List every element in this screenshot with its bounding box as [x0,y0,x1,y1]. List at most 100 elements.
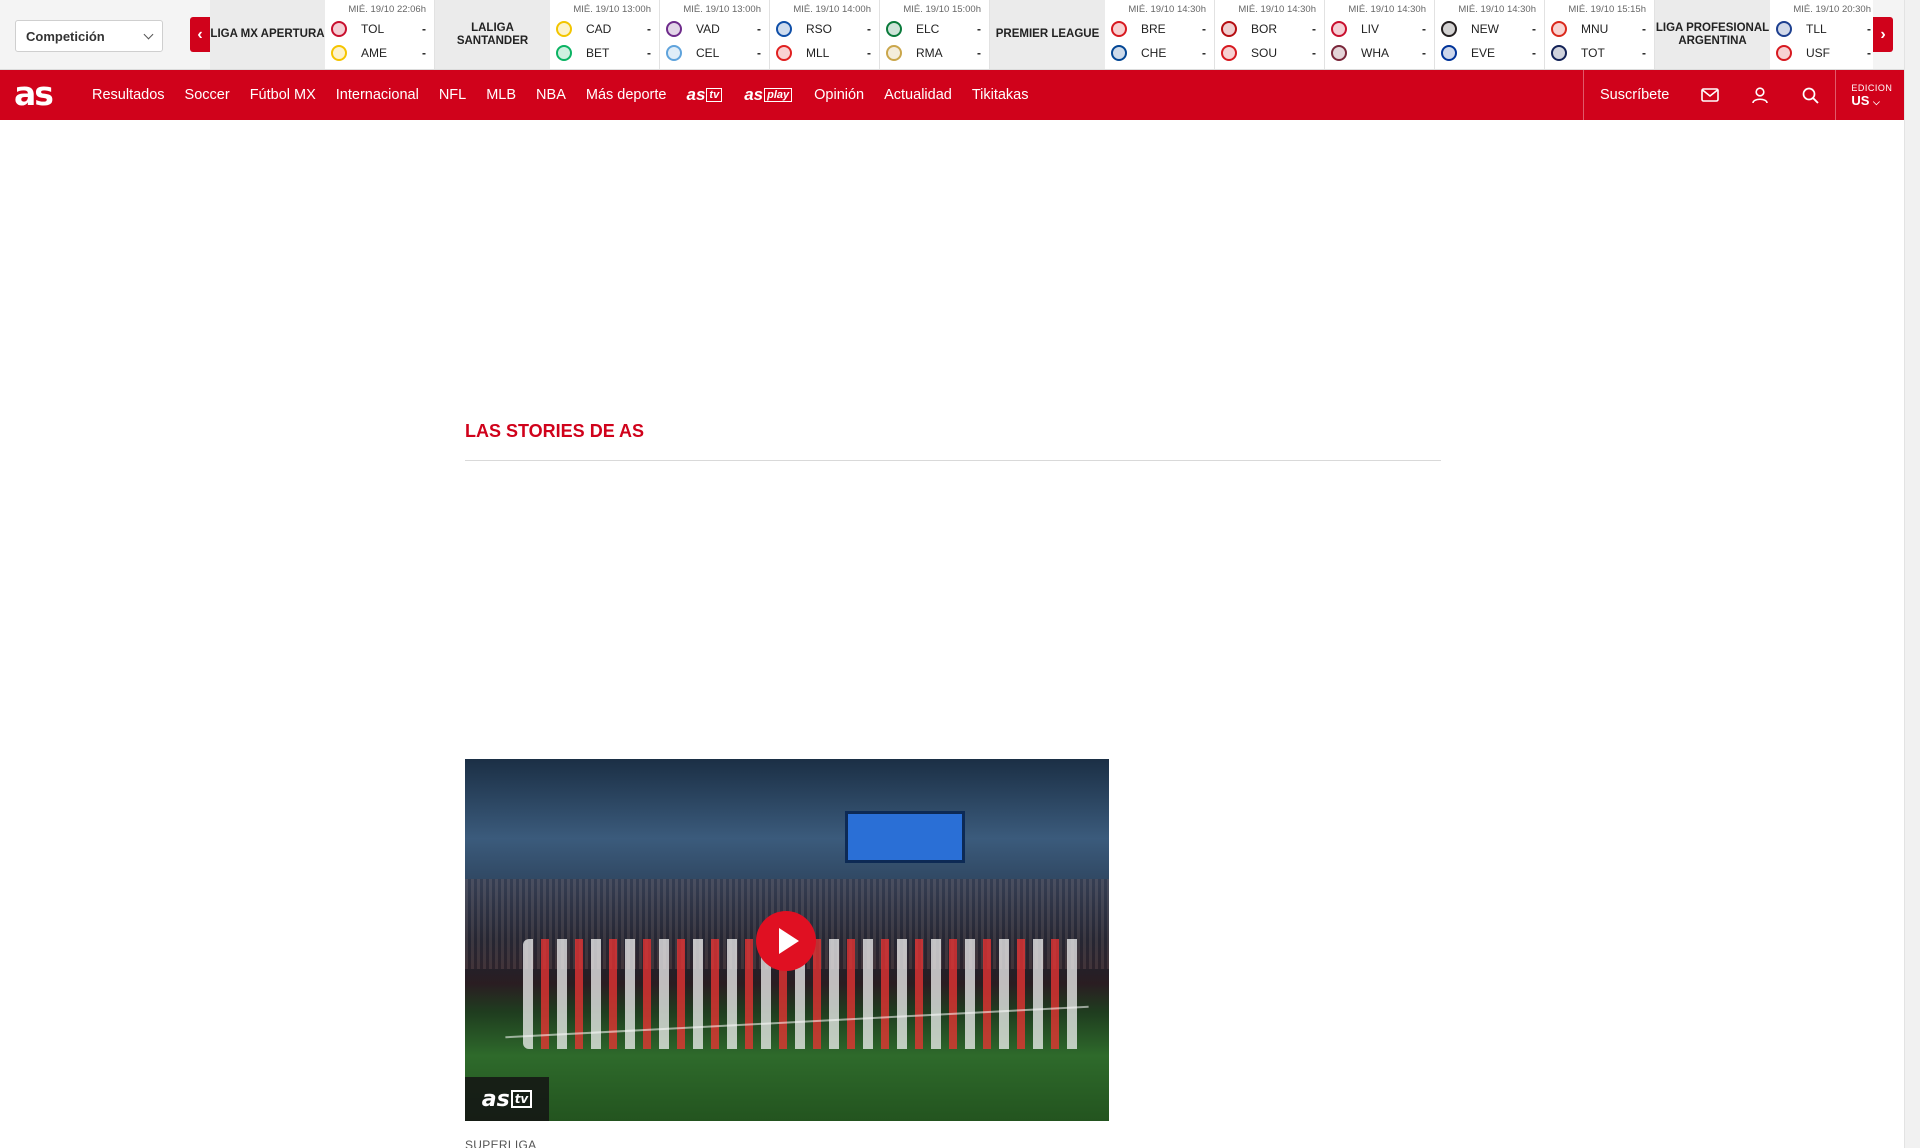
chevron-down-icon [143,29,154,39]
team-row: RMA - [886,44,981,62]
competition-select-label: Competición [26,28,105,44]
nav-item-mlb[interactable]: MLB [486,87,516,103]
nav-item-asplay[interactable]: as play [744,85,793,105]
astv-badge-box: tv [510,1090,533,1108]
scores-prev-button[interactable]: ‹ [190,17,210,52]
team-crest-icon [1776,21,1792,37]
team-crest-icon [1111,21,1127,37]
match-card[interactable]: MIÉ. 19/10 15:00h ELC - RMA - [880,0,990,69]
league-label[interactable]: Liga MX Apertura [210,0,325,69]
section-divider [465,460,1441,461]
team-score: - [1867,22,1871,36]
nav-item-internacional[interactable]: Internacional [336,87,419,103]
team-crest-icon [666,45,682,61]
user-icon[interactable] [1735,70,1785,120]
match-card[interactable]: MIÉ. 19/10 13:00h VAD - CEL - [660,0,770,69]
team-score: - [757,22,761,36]
edition-selector[interactable]: EDICION US ⌵ [1836,70,1906,120]
team-crest-icon [1111,45,1127,61]
search-icon[interactable] [1785,70,1835,120]
edition-value: US ⌵ [1851,92,1880,108]
main-nav: as Resultados Soccer Fútbol MX Internaci… [0,70,1904,120]
match-date: MIÉ. 19/10 13:00h [573,4,651,15]
match-card[interactable]: MIÉ. 19/10 22:06h TOL - AME - [325,0,435,69]
league-label[interactable]: Liga Profesional Argentina [1655,0,1770,69]
play-button[interactable] [756,911,816,971]
team-score: - [1532,22,1536,36]
nav-item-nfl[interactable]: NFL [439,87,466,103]
team-row: BRE - [1111,20,1206,38]
nav-item-actualidad[interactable]: Actualidad [884,87,952,103]
chevron-down-icon: ⌵ [1873,96,1880,107]
scores-next-button[interactable]: › [1873,17,1893,52]
league-label[interactable]: LaLiga Santander [435,0,550,69]
page-scrollbar[interactable] [1904,0,1920,1148]
match-date: MIÉ. 19/10 14:30h [1238,4,1316,15]
team-score: - [1422,22,1426,36]
nav-item-nba[interactable]: NBA [536,87,566,103]
astv-logo-box: tv [706,88,723,102]
match-card[interactable]: MIÉ. 19/10 14:00h RSO - MLL - [770,0,880,69]
competition-select[interactable]: Competición [15,20,163,52]
team-row: EVE - [1441,44,1536,62]
video-category-label[interactable]: SUPERLIGA [465,1138,536,1148]
team-abbreviation: CHE [1141,46,1167,60]
match-card[interactable]: MIÉ. 19/10 14:30h NEW - EVE - [1435,0,1545,69]
team-abbreviation: VAD [696,22,720,36]
nav-item-tikitakas[interactable]: Tikitakas [972,87,1029,103]
nav-right: Suscríbete EDICION US ⌵ [1583,70,1906,120]
team-score: - [1202,22,1206,36]
team-abbreviation: CAD [586,22,612,36]
match-card[interactable]: MIÉ. 19/10 20:30h TLL - USF - [1770,0,1873,69]
team-row: CEL - [666,44,761,62]
nav-item-soccer[interactable]: Soccer [185,87,230,103]
match-card[interactable]: MIÉ. 19/10 14:30h LIV - WHA - [1325,0,1435,69]
nav-item-resultados[interactable]: Resultados [92,87,165,103]
scores-track: Liga MX Apertura MIÉ. 19/10 22:06h TOL - AME… [210,0,1873,70]
match-date: MIÉ. 19/10 15:15h [1568,4,1646,15]
team-row: LIV - [1331,20,1426,38]
league-label[interactable]: Premier League [990,0,1105,69]
team-abbreviation: USF [1806,46,1830,60]
match-date: MIÉ. 19/10 14:30h [1128,4,1206,15]
team-score: - [867,46,871,60]
match-date: MIÉ. 19/10 13:00h [683,4,761,15]
team-row: AME - [331,44,426,62]
team-crest-icon [666,21,682,37]
team-abbreviation: BET [586,46,610,60]
team-crest-icon [556,21,572,37]
nav-item-astv[interactable]: as tv [686,85,723,105]
match-card[interactable]: MIÉ. 19/10 14:30h BRE - CHE - [1105,0,1215,69]
chevron-left-icon: ‹ [197,25,203,43]
team-abbreviation: RSO [806,22,833,36]
team-crest-icon [331,21,347,37]
team-score: - [977,22,981,36]
match-card[interactable]: MIÉ. 19/10 13:00h CAD - BET - [550,0,660,69]
team-row: CHE - [1111,44,1206,62]
newsletter-icon[interactable] [1685,70,1735,120]
match-date: MIÉ. 19/10 14:30h [1458,4,1536,15]
team-row: NEW - [1441,20,1536,38]
team-crest-icon [1776,45,1792,61]
team-score: - [422,46,426,60]
team-crest-icon [1331,21,1347,37]
team-crest-icon [886,45,902,61]
team-crest-icon [1331,45,1347,61]
match-card[interactable]: MIÉ. 19/10 15:15h MNU - TOT - [1545,0,1655,69]
team-abbreviation: MLL [806,46,830,60]
nav-item-opinion[interactable]: Opinión [814,87,864,103]
team-row: BET - [556,44,651,62]
team-crest-icon [776,45,792,61]
match-card[interactable]: MIÉ. 19/10 14:30h BOR - SOU - [1215,0,1325,69]
team-score: - [1867,46,1871,60]
nav-item-mas-deporte[interactable]: Más deporte [586,87,667,103]
nav-item-futbol-mx[interactable]: Fútbol MX [250,87,316,103]
team-abbreviation: TOL [361,22,385,36]
asplay-logo-box: play [764,88,793,102]
team-crest-icon [1551,45,1567,61]
as-logo[interactable]: as [14,76,54,112]
video-thumbnail[interactable]: as tv [465,759,1109,1121]
team-score: - [422,22,426,36]
nav-links: Resultados Soccer Fútbol MX Internaciona… [92,70,1049,120]
subscribe-link[interactable]: Suscríbete [1584,87,1685,103]
